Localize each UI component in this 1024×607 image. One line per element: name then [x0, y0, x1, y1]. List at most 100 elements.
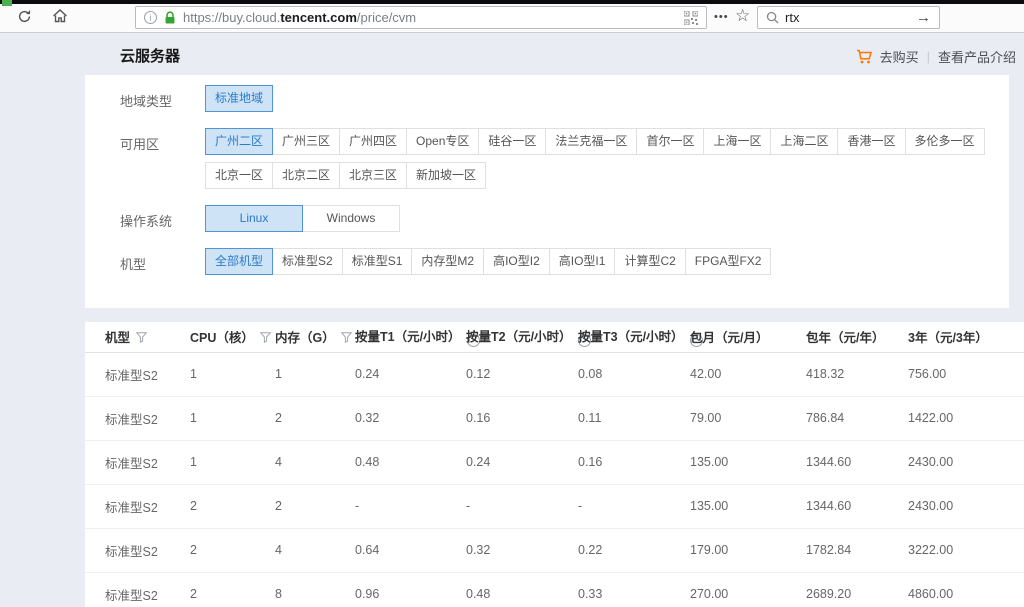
- column-header[interactable]: CPU（核）: [190, 322, 275, 352]
- qr-code-icon[interactable]: [684, 11, 698, 25]
- filter-option[interactable]: 广州三区: [272, 128, 340, 155]
- table-cell: 0.32: [466, 528, 578, 572]
- filter-option[interactable]: 法兰克福一区: [545, 128, 637, 155]
- table-cell: 8: [275, 572, 355, 607]
- filter-option[interactable]: 高IO型I1: [549, 248, 616, 275]
- filter-option[interactable]: 北京二区: [272, 162, 340, 189]
- table-cell: 1782.84: [806, 528, 908, 572]
- more-menu-icon[interactable]: •••: [714, 11, 729, 23]
- filter-option[interactable]: 标准型S2: [272, 248, 343, 275]
- filter-option[interactable]: 上海一区: [703, 128, 771, 155]
- table-row: 标准型S2110.240.120.0842.00418.32756.00: [85, 352, 1024, 396]
- table-cell: 标准型S2: [85, 352, 190, 396]
- pricing-table-panel: 机型CPU（核）内存（G） 按量T1（元/小时）i按量T2（元/小时）i按量T3（…: [85, 322, 1024, 607]
- cart-icon[interactable]: [856, 49, 873, 65]
- filter-funnel-icon[interactable]: [341, 332, 352, 343]
- link-divider: |: [927, 49, 930, 64]
- page-info-icon[interactable]: i: [144, 11, 157, 24]
- filter-funnel-icon[interactable]: [260, 332, 271, 343]
- table-cell: 0.48: [466, 572, 578, 607]
- column-header[interactable]: 内存（G）: [275, 322, 355, 352]
- table-cell: 42.00: [690, 352, 806, 396]
- filter-option[interactable]: 香港一区: [837, 128, 905, 155]
- filter-option[interactable]: 标准型S1: [342, 248, 413, 275]
- filter-option[interactable]: 内存型M2: [411, 248, 484, 275]
- filter-option[interactable]: 广州四区: [339, 128, 407, 155]
- table-cell: 2: [190, 572, 275, 607]
- filter-label: 可用区: [120, 128, 205, 153]
- filter-option[interactable]: Linux: [205, 205, 303, 232]
- column-header[interactable]: 包月（元/月）: [690, 322, 806, 352]
- table-cell: 4: [275, 528, 355, 572]
- product-intro-link[interactable]: 查看产品介绍: [938, 47, 1016, 66]
- table-cell: 0.32: [355, 396, 466, 440]
- search-input[interactable]: [785, 10, 916, 25]
- url-text[interactable]: https://buy.cloud.tencent.com/price/cvm: [183, 10, 416, 25]
- column-header-label: 内存（G）: [275, 331, 335, 345]
- table-cell: 0.64: [355, 528, 466, 572]
- filter-option[interactable]: 广州二区: [205, 128, 273, 155]
- column-header[interactable]: 按量T2（元/小时）i: [466, 322, 578, 352]
- table-cell: 2430.00: [908, 440, 1024, 484]
- table-body: 标准型S2110.240.120.0842.00418.32756.00标准型S…: [85, 352, 1024, 607]
- browser-search[interactable]: →: [757, 6, 940, 29]
- filter-option[interactable]: 标准地域: [205, 85, 273, 112]
- column-header-label: 按量T2（元/小时）: [466, 330, 572, 344]
- filter-option[interactable]: 硅谷一区: [478, 128, 546, 155]
- table-cell: 0.16: [578, 440, 690, 484]
- filter-option[interactable]: 高IO型I2: [483, 248, 550, 275]
- filter-row-region-type: 地域类型标准地域: [120, 85, 273, 112]
- search-icon: [766, 11, 779, 24]
- filter-option[interactable]: 计算型C2: [614, 248, 685, 275]
- table-cell: 1: [190, 440, 275, 484]
- filter-label: 地域类型: [120, 85, 205, 110]
- table-cell: 4860.00: [908, 572, 1024, 607]
- column-header[interactable]: 按量T3（元/小时）i: [578, 322, 690, 352]
- go-buy-link[interactable]: 去购买: [880, 47, 919, 66]
- column-header[interactable]: 3年（元/3年）: [908, 322, 1024, 352]
- table-row: 标准型S2120.320.160.1179.00786.841422.00: [85, 396, 1024, 440]
- table-cell: 0.22: [578, 528, 690, 572]
- table-cell: 270.00: [690, 572, 806, 607]
- bookmark-star-icon[interactable]: ☆: [735, 6, 750, 26]
- pricing-table: 机型CPU（核）内存（G） 按量T1（元/小时）i按量T2（元/小时）i按量T3（…: [85, 322, 1024, 607]
- filter-option[interactable]: 上海二区: [770, 128, 838, 155]
- column-header[interactable]: 按量T1（元/小时）i: [355, 322, 466, 352]
- filter-panel: 地域类型标准地域可用区广州二区广州三区广州四区Open专区硅谷一区法兰克福一区首…: [85, 75, 1009, 308]
- filter-option[interactable]: Windows: [302, 205, 400, 232]
- table-cell: -: [578, 484, 690, 528]
- filter-label: 操作系统: [120, 205, 205, 230]
- filter-row-instance-type: 机型全部机型标准型S2标准型S1内存型M2高IO型I2高IO型I1计算型C2FP…: [120, 248, 771, 275]
- reload-icon[interactable]: [17, 9, 32, 29]
- page-title: 云服务器: [120, 45, 180, 66]
- filter-option[interactable]: FPGA型FX2: [685, 248, 772, 275]
- filter-row-zone: 可用区广州二区广州三区广州四区Open专区硅谷一区法兰克福一区首尔一区上海一区上…: [120, 128, 985, 189]
- filter-option[interactable]: 全部机型: [205, 248, 273, 275]
- browser-toolbar: i https://buy.cloud.tencent.com/price/cv…: [0, 0, 1024, 33]
- table-row: 标准型S2280.960.480.33270.002689.204860.00: [85, 572, 1024, 607]
- search-go-arrow[interactable]: →: [916, 10, 931, 25]
- address-bar[interactable]: i https://buy.cloud.tencent.com/price/cv…: [135, 6, 707, 29]
- filter-option[interactable]: 北京三区: [339, 162, 407, 189]
- filter-option[interactable]: 多伦多一区: [905, 128, 985, 155]
- table-cell: 1: [190, 396, 275, 440]
- filter-option[interactable]: Open专区: [406, 128, 479, 155]
- table-cell: 1344.60: [806, 484, 908, 528]
- table-cell: 0.24: [466, 440, 578, 484]
- filter-funnel-icon[interactable]: [136, 332, 147, 343]
- table-row: 标准型S222---135.001344.602430.00: [85, 484, 1024, 528]
- column-header[interactable]: 机型: [85, 322, 190, 352]
- column-header[interactable]: 包年（元/年）: [806, 322, 908, 352]
- filter-option[interactable]: 新加坡一区: [406, 162, 486, 189]
- table-cell: 0.16: [466, 396, 578, 440]
- table-cell: 179.00: [690, 528, 806, 572]
- filter-option[interactable]: 北京一区: [205, 162, 273, 189]
- home-icon[interactable]: [52, 8, 68, 29]
- filter-option[interactable]: 首尔一区: [636, 128, 704, 155]
- table-cell: 0.33: [578, 572, 690, 607]
- table-cell: -: [355, 484, 466, 528]
- table-cell: 2: [190, 484, 275, 528]
- table-cell: 0.24: [355, 352, 466, 396]
- table-cell: 135.00: [690, 440, 806, 484]
- secure-lock-icon[interactable]: [164, 11, 176, 25]
